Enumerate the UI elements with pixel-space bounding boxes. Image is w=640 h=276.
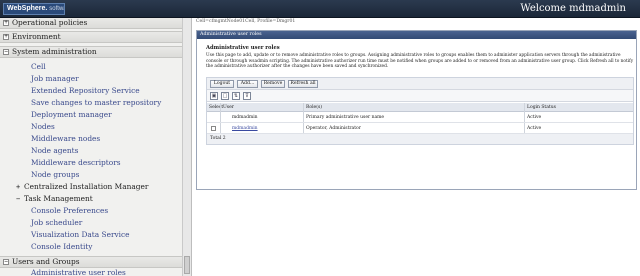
nav-item-extended-repository-service[interactable]: Extended Repository Service — [31, 86, 140, 96]
nav-subgroup-task-management[interactable]: − Task Management — [16, 194, 93, 204]
collapse-icon[interactable]: − — [3, 259, 9, 265]
column-login-status[interactable]: Login Status — [527, 103, 556, 112]
nav-item-console-identity[interactable]: Console Identity — [31, 242, 92, 252]
nav-category-label: System administration — [12, 47, 97, 56]
column-select: Select — [209, 105, 224, 110]
refresh-all-button[interactable]: Refresh all — [288, 80, 318, 88]
column-roles[interactable]: Role(s) — [306, 103, 322, 112]
nav-item-node-groups[interactable]: Node groups — [31, 170, 79, 180]
nav-subgroup-label: Centralized Installation Manager — [24, 182, 149, 191]
cell-login-status: Active — [527, 115, 542, 120]
remove-button[interactable]: Remove — [261, 80, 285, 88]
nav-item-middleware-descriptors[interactable]: Middleware descriptors — [31, 158, 121, 168]
collection-table: Logout Add... Remove Refresh all ▣ □ ⇅ ⊽… — [206, 77, 634, 145]
deselect-all-icon[interactable]: □ — [221, 92, 229, 100]
nav-item-deployment-manager[interactable]: Deployment manager — [31, 110, 112, 120]
nav-subgroup-label: Task Management — [24, 194, 93, 203]
table-header: Select User Role(s) Login Status — [207, 103, 633, 112]
nav-item-save-changes[interactable]: Save changes to master repository — [31, 98, 161, 108]
nav-item-console-preferences[interactable]: Console Preferences — [31, 206, 108, 216]
cell-roles: Primary administrative user name — [306, 115, 385, 120]
collapse-icon[interactable]: − — [16, 194, 22, 204]
nav-category-label: Operational policies — [12, 18, 88, 27]
button-bar: Logout Add... Remove Refresh all — [207, 78, 633, 90]
nav-category-label: Users and Groups — [12, 257, 80, 266]
nav-item-nodes[interactable]: Nodes — [31, 122, 55, 132]
nav-category-users-and-groups[interactable]: − Users and Groups — [0, 256, 182, 268]
table-row: mdmadmin Primary administrative user nam… — [207, 112, 633, 123]
cell-roles: Operator, Administrator — [306, 126, 361, 131]
content-area: Cell=cfmgmtNode01Cell, Profile=Dmgr01 Ad… — [193, 18, 640, 276]
nav-item-cell[interactable]: Cell — [31, 62, 46, 72]
nav-item-administrative-user-roles[interactable]: Administrative user roles — [31, 268, 126, 276]
panel-header: Administrative user roles — [197, 31, 636, 39]
sort-icon[interactable]: ⇅ — [232, 92, 240, 100]
table-row: mdmadmin Operator, Administrator Active — [207, 123, 633, 134]
cell-user-link[interactable]: mdmadmin — [232, 123, 258, 134]
nav-category-environment[interactable]: + Environment — [0, 31, 182, 43]
page-description: Use this page to add, update or to remov… — [206, 53, 634, 69]
websphere-logo: WebSphere. software — [3, 3, 65, 15]
filter-icon[interactable]: ⊽ — [243, 92, 251, 100]
top-banner: WebSphere. software Welcome mdmadmin — [0, 0, 640, 18]
welcome-text: Welcome mdmadmin — [520, 3, 626, 14]
logout-button[interactable]: Logout — [210, 80, 234, 88]
admin-user-roles-panel: Administrative user roles Administrative… — [196, 30, 637, 190]
cell-login-status: Active — [527, 126, 542, 131]
nav-category-label: Environment — [12, 32, 61, 41]
table-icon-bar: ▣ □ ⇅ ⊽ — [207, 90, 633, 102]
row-select-checkbox[interactable] — [211, 126, 216, 131]
nav-item-job-manager[interactable]: Job manager — [31, 74, 79, 84]
page-title: Administrative user roles — [206, 45, 280, 51]
navigation-tree: + Operational policies + Environment − Syst… — [0, 18, 183, 276]
expand-icon[interactable]: + — [16, 182, 22, 192]
nav-scrollbar[interactable] — [183, 18, 192, 276]
nav-item-visualization-data-service[interactable]: Visualization Data Service — [31, 230, 130, 240]
scrollbar-thumb[interactable] — [184, 256, 190, 274]
add-button[interactable]: Add... — [237, 80, 258, 88]
nav-category-system-administration[interactable]: − System administration — [0, 46, 182, 58]
nav-item-middleware-nodes[interactable]: Middleware nodes — [31, 134, 100, 144]
select-all-icon[interactable]: ▣ — [210, 92, 218, 100]
table-total: Total 2 — [207, 134, 633, 144]
breadcrumb: Cell=cfmgmtNode01Cell, Profile=Dmgr01 — [196, 19, 296, 24]
expand-icon[interactable]: + — [3, 20, 9, 26]
logo-brand: WebSphere. — [7, 5, 48, 12]
collapse-icon[interactable]: − — [3, 49, 9, 55]
nav-item-job-scheduler[interactable]: Job scheduler — [31, 218, 82, 228]
column-user[interactable]: User — [223, 103, 234, 112]
nav-category-operational-policies[interactable]: + Operational policies — [0, 18, 182, 29]
logo-suffix: software — [49, 6, 64, 12]
nav-subgroup-centralized-installation-manager[interactable]: + Centralized Installation Manager — [16, 182, 148, 192]
expand-icon[interactable]: + — [3, 34, 9, 40]
nav-item-node-agents[interactable]: Node agents — [31, 146, 78, 156]
cell-user: mdmadmin — [232, 115, 258, 120]
